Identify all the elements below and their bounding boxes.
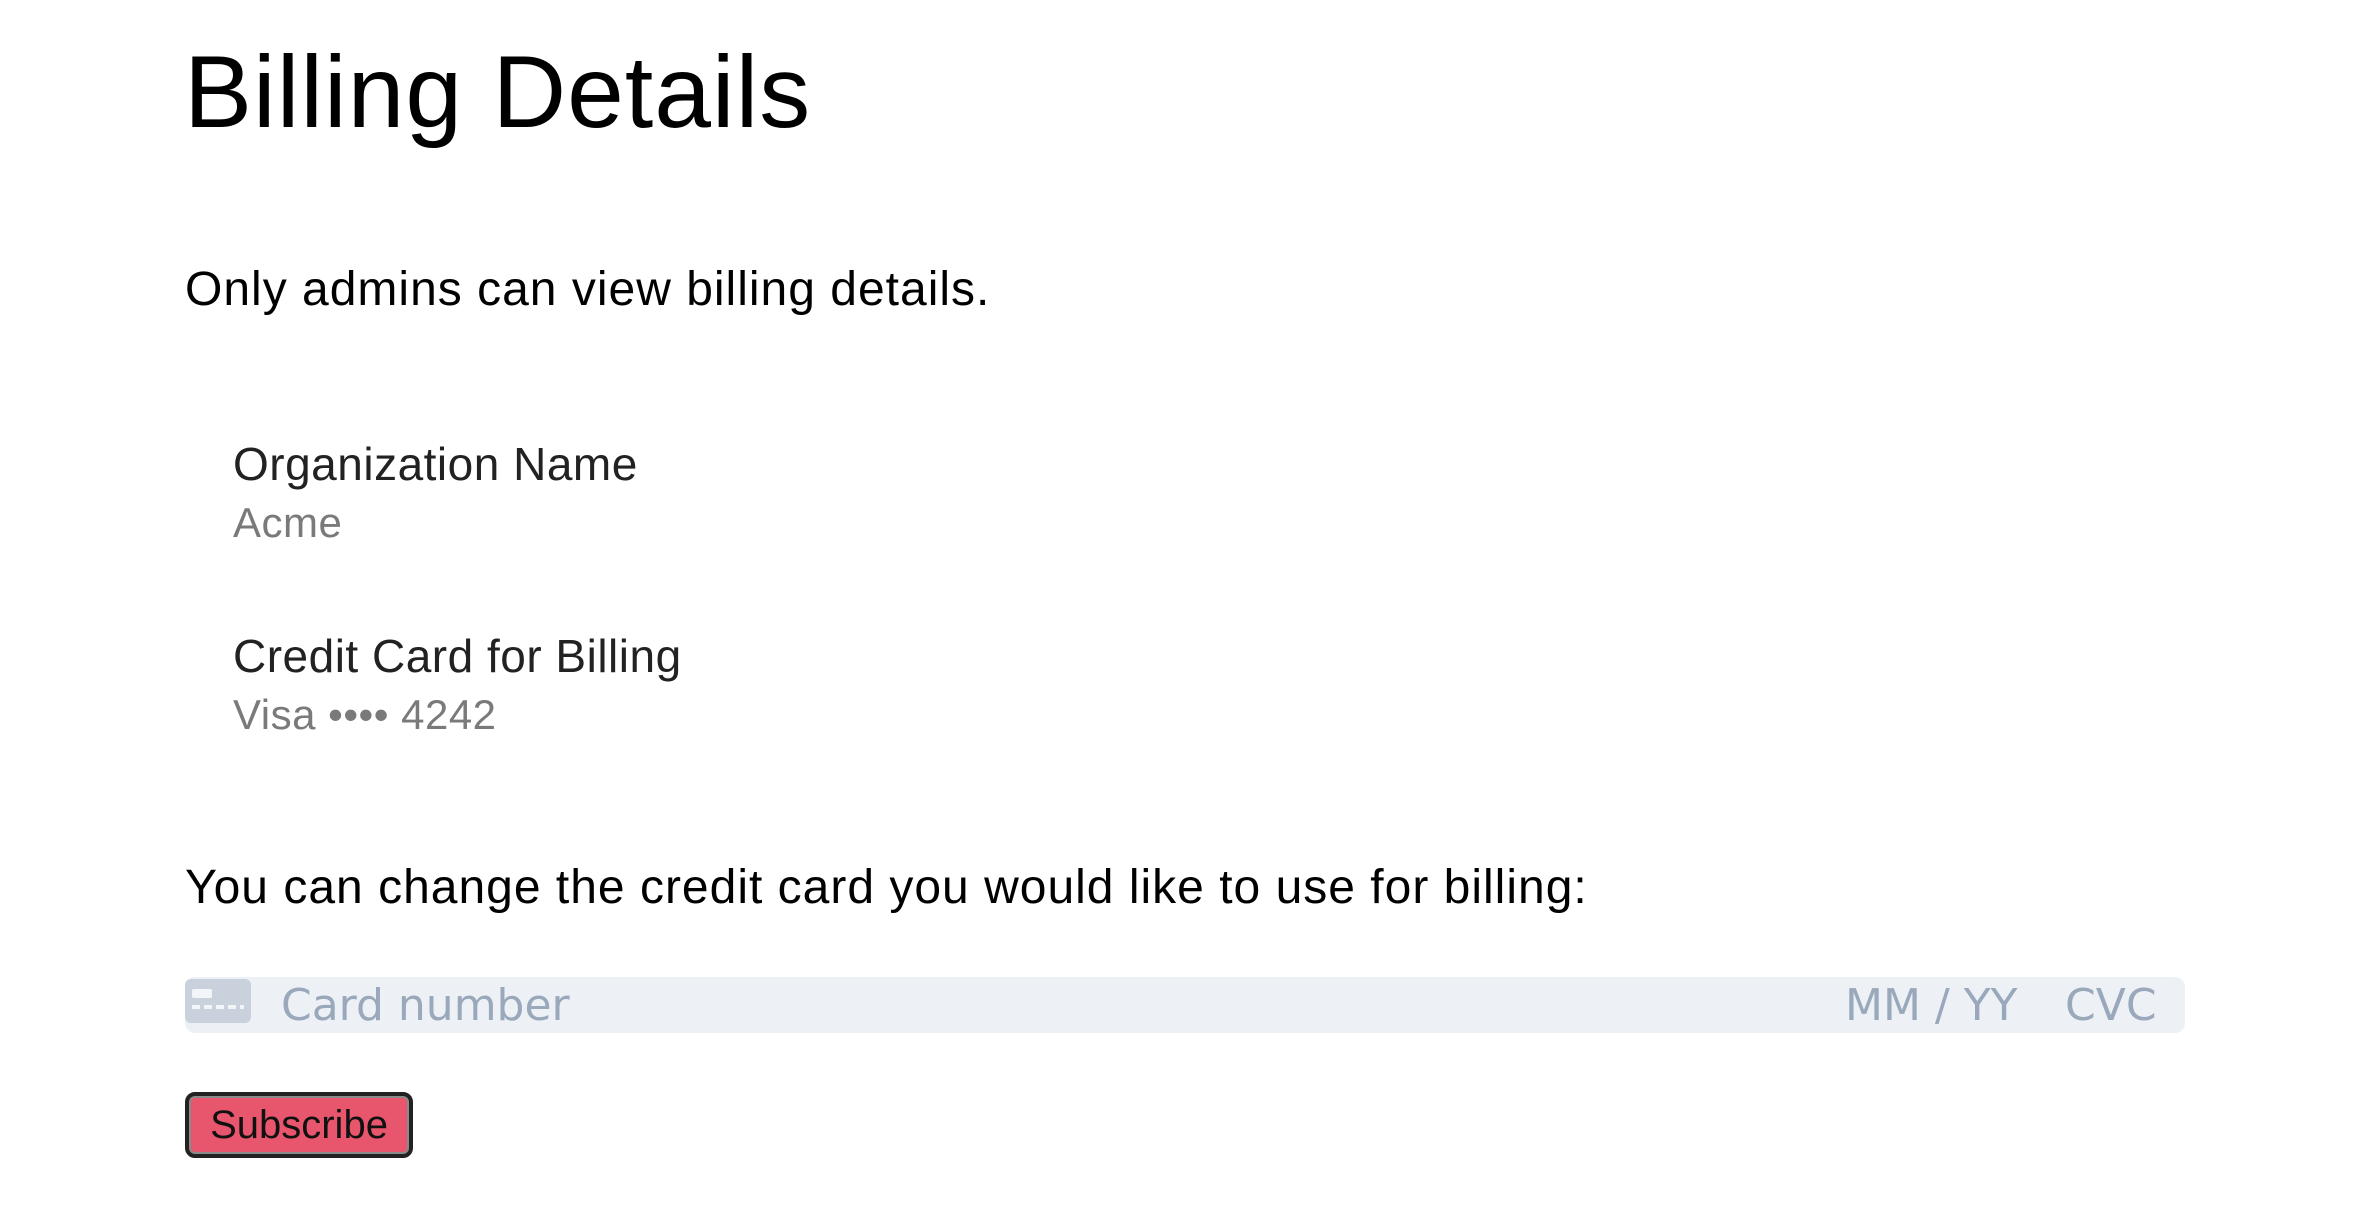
detail-item-organization-name: Organization Name Acme — [233, 436, 682, 628]
card-expiry-input[interactable] — [1845, 977, 2045, 1033]
page-title: Billing Details — [184, 35, 812, 149]
billing-page: Billing Details Only admins can view bil… — [0, 0, 2370, 1212]
card-digits — [192, 1005, 244, 1009]
card-element[interactable] — [185, 977, 2185, 1033]
credit-card-icon — [185, 979, 251, 1023]
card-number-input[interactable] — [281, 977, 1581, 1033]
subscribe-button[interactable]: Subscribe — [185, 1092, 413, 1158]
detail-label: Credit Card for Billing — [233, 630, 682, 682]
detail-value: Visa •••• 4242 — [233, 691, 497, 738]
detail-label: Organization Name — [233, 438, 638, 490]
card-chip — [192, 989, 212, 998]
billing-detail-list: Organization Name Acme Credit Card for B… — [233, 436, 682, 820]
admin-note: Only admins can view billing details. — [185, 263, 991, 316]
card-cvc-input[interactable] — [2065, 977, 2175, 1033]
change-card-note: You can change the credit card you would… — [185, 861, 1588, 914]
detail-item-credit-card: Credit Card for Billing Visa •••• 4242 — [233, 628, 682, 820]
detail-value: Acme — [233, 499, 343, 546]
